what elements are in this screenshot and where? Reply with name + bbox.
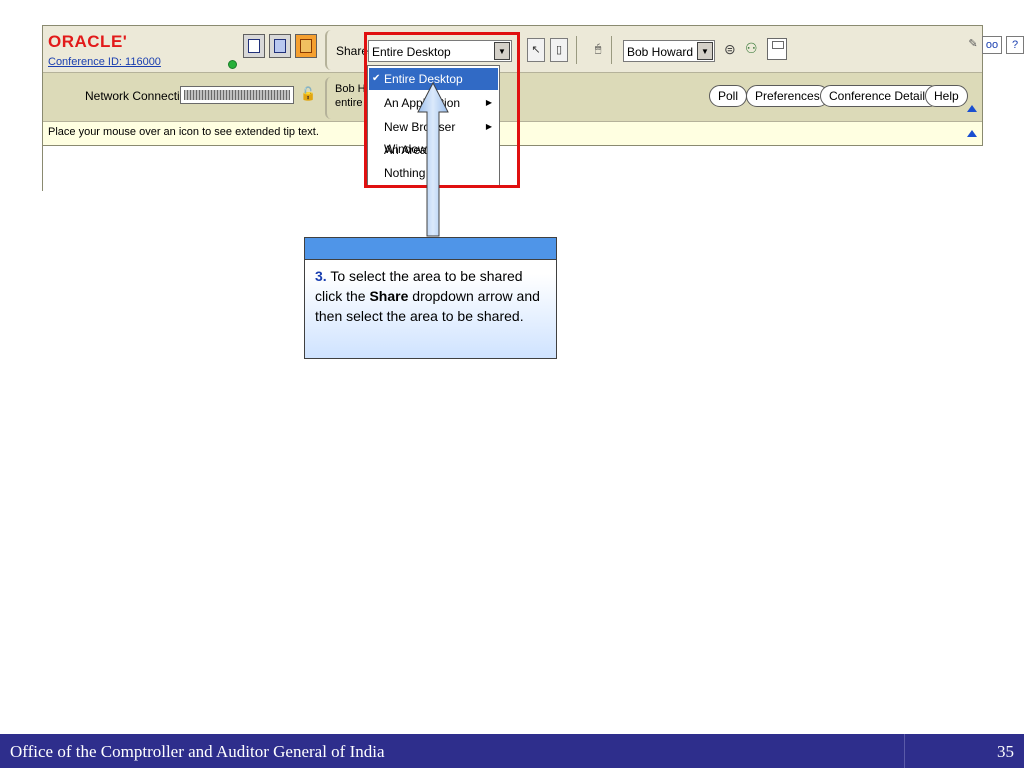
lock-icon: 🔓 — [300, 86, 317, 101]
collapse-arrow-icon[interactable] — [967, 105, 977, 112]
conference-details-button[interactable]: Conference Details — [820, 85, 941, 107]
view-icon[interactable]: oo — [982, 36, 1002, 54]
presenter-status-line: entire d — [335, 97, 365, 109]
conference-id-link[interactable]: Conference ID: 116000 — [48, 56, 161, 68]
presenter-status-line: Bob H — [335, 83, 365, 95]
window-icon[interactable] — [269, 34, 291, 58]
user-dropdown-value: Bob Howard — [627, 45, 694, 59]
user-dropdown-arrow-icon[interactable]: ▼ — [697, 42, 713, 60]
content-area-edge — [42, 146, 43, 191]
presenter-mode-icon[interactable] — [295, 34, 317, 58]
network-connection-label: Network Connection — [85, 89, 194, 103]
slide-footer: Office of the Comptroller and Auditor Ge… — [0, 734, 1024, 768]
preferences-button[interactable]: Preferences — [746, 85, 829, 107]
collapse-arrow-icon[interactable] — [967, 130, 977, 137]
pin-icon[interactable]: ✎ — [964, 36, 982, 54]
toolbar-separator — [611, 36, 612, 64]
callout-header — [305, 238, 556, 260]
section-divider — [325, 77, 331, 119]
tip-text: Place your mouse over an icon to see ext… — [48, 126, 319, 138]
attendees-icon[interactable]: ⚇ — [745, 40, 763, 60]
network-meter — [180, 86, 294, 104]
poll-button[interactable]: Poll — [709, 85, 748, 107]
oracle-logo: ORACLE' — [48, 32, 128, 51]
step-number: 3. — [315, 268, 327, 284]
pointer-tool-icon[interactable]: ↖ — [527, 38, 545, 62]
footer-organization: Office of the Comptroller and Auditor Ge… — [10, 742, 385, 761]
presenter-status: Bob H entire d — [335, 82, 365, 110]
user-dropdown[interactable]: Bob Howard ▼ — [623, 40, 715, 62]
help-window-button[interactable]: ? — [1006, 36, 1024, 54]
mouse-control-icon[interactable]: 🖱 — [589, 38, 607, 62]
status-indicator-icon — [228, 60, 237, 69]
callout-bold-term: Share — [369, 288, 409, 304]
instruction-callout: 3. To select the area to be shared click… — [304, 237, 557, 359]
page-number: 35 — [997, 742, 1014, 761]
footer-divider — [904, 734, 905, 768]
section-divider — [325, 30, 331, 70]
callout-text: 3. To select the area to be shared click… — [305, 260, 556, 326]
whiteboard-icon[interactable] — [243, 34, 265, 58]
callout-arrow-icon — [417, 82, 449, 237]
toolbar-separator — [576, 36, 577, 64]
help-button[interactable]: Help — [925, 85, 968, 107]
chat-icon[interactable]: ⊜ — [724, 41, 742, 59]
control-tool-icon[interactable]: ▯ — [550, 38, 568, 62]
save-icon[interactable] — [767, 38, 787, 60]
